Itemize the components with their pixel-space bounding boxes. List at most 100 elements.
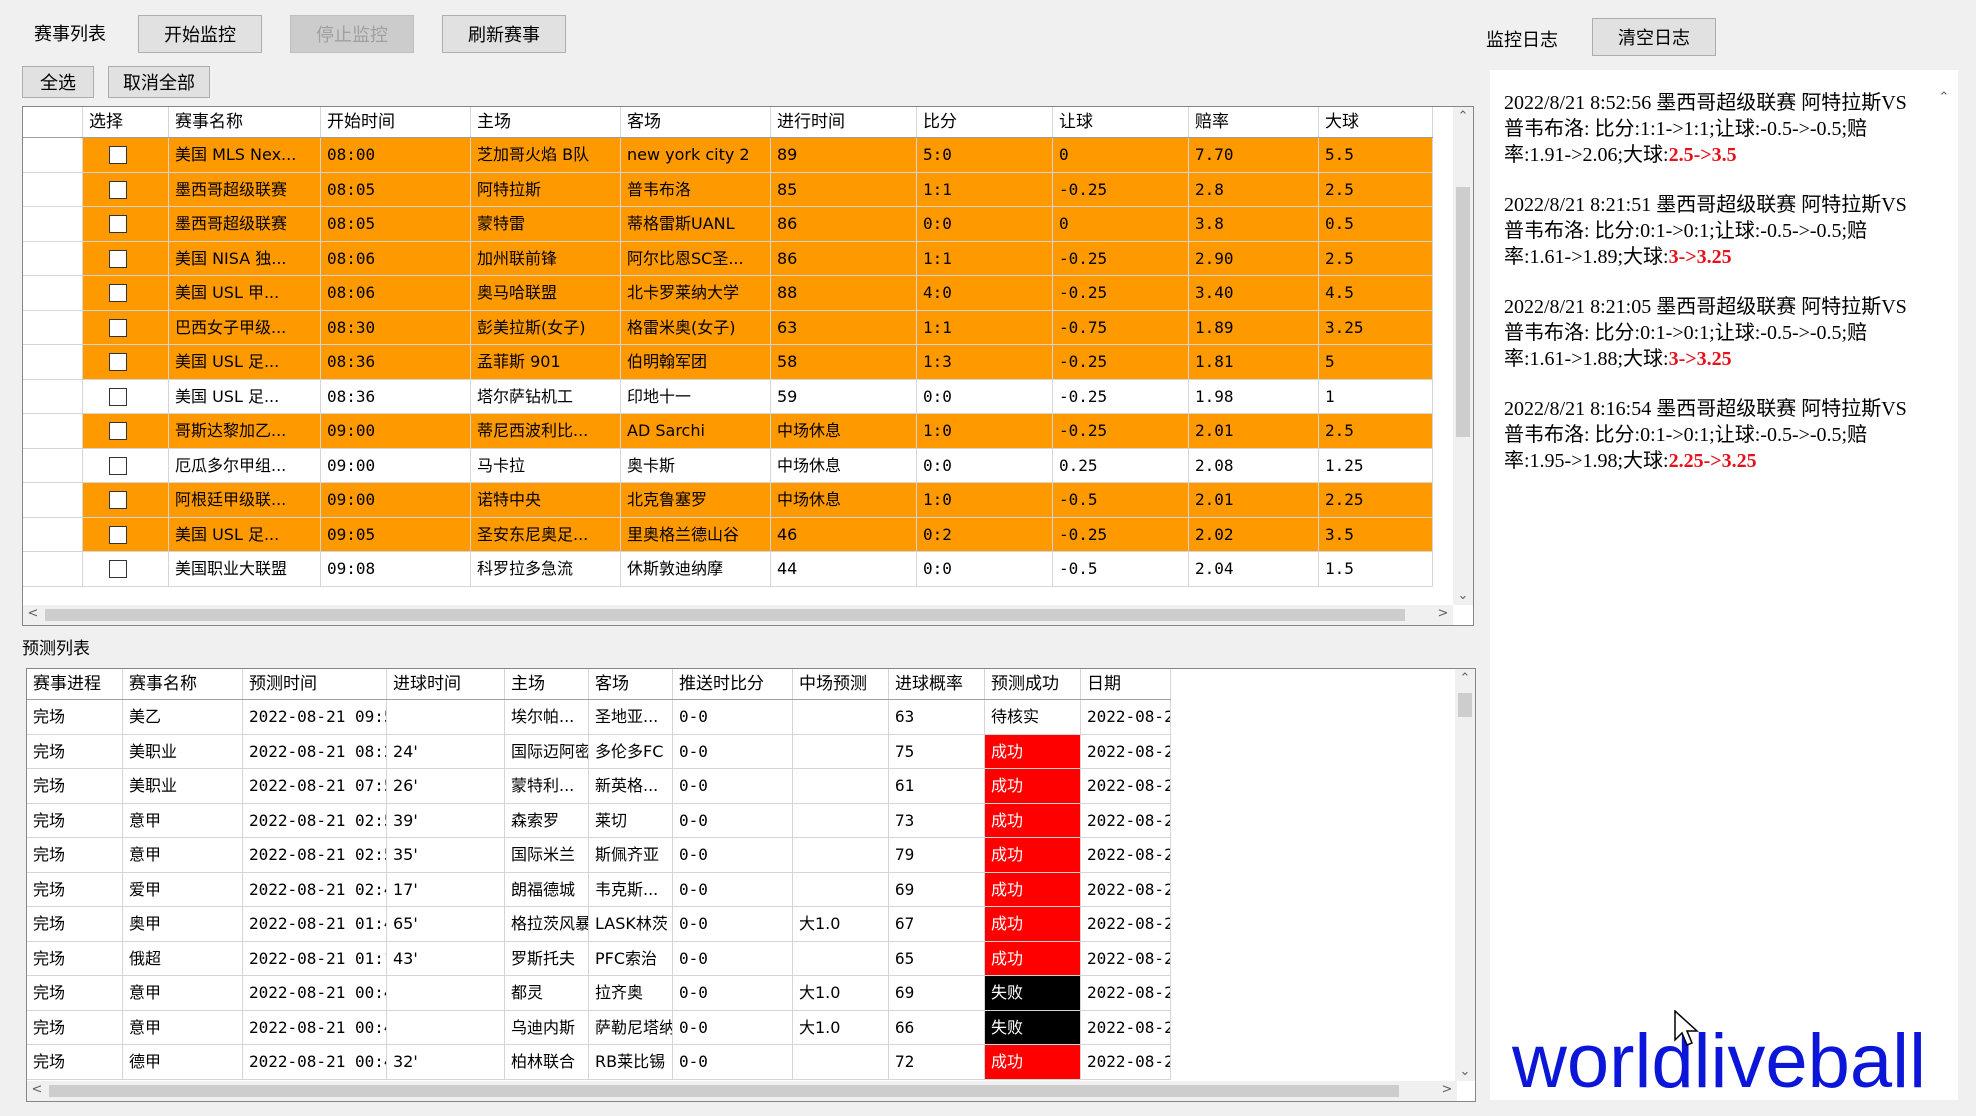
row-checkbox[interactable] bbox=[109, 180, 127, 199]
column-header[interactable]: 预测时间 bbox=[243, 669, 387, 699]
table-row[interactable]: 完场德甲2022-08-21 00:45:2932'柏林联合RB莱比锡0-0 72… bbox=[27, 1045, 1171, 1080]
row-checkbox[interactable] bbox=[109, 422, 127, 440]
row-header[interactable] bbox=[23, 414, 83, 448]
row-header[interactable] bbox=[23, 207, 83, 241]
table-row[interactable]: 完场美乙2022-08-21 09:51:53 埃尔帕...圣地亚...0-0 63… bbox=[27, 700, 1171, 735]
row-checkbox[interactable] bbox=[109, 525, 127, 544]
column-header[interactable]: 主场 bbox=[505, 669, 589, 699]
stop-monitor-button[interactable]: 停止监控 bbox=[290, 15, 414, 53]
column-header[interactable]: 选择 bbox=[83, 107, 169, 137]
table-row[interactable]: 完场爱甲2022-08-21 02:45:1317'朗福德城韦克斯...0-0 6… bbox=[27, 872, 1171, 907]
table-row[interactable]: 完场美职业2022-08-21 08:22:3324'国际迈阿密多伦多FC0-0… bbox=[27, 734, 1171, 769]
column-header[interactable]: 客场 bbox=[589, 669, 673, 699]
row-checkbox[interactable] bbox=[109, 146, 127, 164]
column-header[interactable]: 赛事名称 bbox=[123, 669, 243, 699]
table-row[interactable]: 完场意甲2022-08-21 00:46:12 乌迪内斯萨勒尼塔纳0-0大1.06… bbox=[27, 1010, 1171, 1045]
cell-score: 4:0 bbox=[917, 276, 1053, 310]
column-header[interactable]: 赛事名称 bbox=[169, 107, 321, 137]
clear-log-button[interactable]: 清空日志 bbox=[1592, 18, 1716, 56]
table-row[interactable]: 完场俄超2022-08-21 01:15:5843'罗斯托夫PFC索治0-0 65… bbox=[27, 941, 1171, 976]
row-header[interactable] bbox=[23, 172, 83, 206]
table-row[interactable]: 美国 USL 甲... 08:06 奥马哈联盟 北卡罗莱纳大学 88 4:0 -0.25 3.… bbox=[23, 276, 1433, 311]
row-checkbox[interactable] bbox=[109, 215, 127, 233]
row-checkbox[interactable] bbox=[109, 491, 127, 509]
scroll-thumb[interactable] bbox=[1458, 693, 1472, 717]
table-row[interactable]: 墨西哥超级联赛 08:05 阿特拉斯 普韦布洛 85 1:1 -0.25 2.8 2.5 bbox=[23, 172, 1433, 207]
scroll-down-icon[interactable]: ⌄ bbox=[1455, 1064, 1475, 1079]
table-row[interactable]: 厄瓜多尔甲组... 09:00 马卡拉 奥卡斯 中场休息 0:0 0.25 2.08 1.25 bbox=[23, 448, 1433, 483]
scroll-up-icon[interactable]: ⌃ bbox=[1455, 671, 1475, 686]
table-row[interactable]: 美国 USL 足... 09:05 圣安东尼奥足... 里奥格兰德山谷 46 0:2 -0.… bbox=[23, 517, 1433, 552]
deselect-all-button[interactable]: 取消全部 bbox=[108, 66, 210, 98]
column-header[interactable]: 推送时比分 bbox=[673, 669, 793, 699]
row-header[interactable] bbox=[23, 310, 83, 344]
table-row[interactable]: 完场美职业2022-08-21 07:52:2526'蒙特利...新英格...0… bbox=[27, 769, 1171, 804]
row-header[interactable] bbox=[23, 552, 83, 586]
column-header[interactable]: 进球概率 bbox=[889, 669, 985, 699]
row-header[interactable] bbox=[23, 379, 83, 413]
column-header[interactable]: 开始时间 bbox=[321, 107, 471, 137]
row-checkbox[interactable] bbox=[109, 560, 127, 578]
match-vertical-scrollbar[interactable]: ⌃ ⌄ bbox=[1453, 107, 1473, 605]
table-row[interactable]: 美国 USL 足... 08:36 孟菲斯 901 伯明翰军团 58 1:3 -0.25 1.… bbox=[23, 345, 1433, 380]
column-header[interactable]: 赔率 bbox=[1189, 107, 1319, 137]
row-header[interactable] bbox=[23, 138, 83, 172]
match-horizontal-scrollbar[interactable]: < > bbox=[23, 605, 1453, 625]
scroll-thumb[interactable] bbox=[45, 609, 1405, 621]
table-row[interactable]: 完场意甲2022-08-21 02:59:1935'国际米兰斯佩齐亚0-0 79成… bbox=[27, 838, 1171, 873]
table-row[interactable]: 美国 NISA 独... 08:06 加州联前锋 阿尔比恩SC圣... 86 1:1 -0.… bbox=[23, 241, 1433, 276]
log-scroll-up-icon[interactable]: ⌃ bbox=[1934, 90, 1954, 105]
refresh-matches-button[interactable]: 刷新赛事 bbox=[442, 15, 566, 53]
scroll-right-icon[interactable]: > bbox=[1437, 1082, 1457, 1097]
table-row[interactable]: 完场意甲2022-08-21 00:47:21 都灵拉齐奥0-0大1.069失败2… bbox=[27, 976, 1171, 1011]
column-header[interactable]: 进球时间 bbox=[387, 669, 505, 699]
column-header[interactable]: 比分 bbox=[917, 107, 1053, 137]
row-checkbox[interactable] bbox=[109, 456, 127, 475]
column-header[interactable]: 中场预测 bbox=[793, 669, 889, 699]
cell-away: 斯佩齐亚 bbox=[589, 838, 673, 872]
table-row[interactable]: 美国 USL 足... 08:36 塔尔萨钻机工 印地十一 59 0:0 -0.25 1.98… bbox=[23, 379, 1433, 414]
column-header[interactable]: 让球 bbox=[1053, 107, 1189, 137]
table-row[interactable]: 完场意甲2022-08-21 02:59:5939'森索罗莱切0-0 73成功20… bbox=[27, 803, 1171, 838]
row-header[interactable] bbox=[23, 241, 83, 275]
row-checkbox[interactable] bbox=[109, 353, 127, 371]
row-header[interactable] bbox=[23, 483, 83, 517]
scroll-down-icon[interactable]: ⌄ bbox=[1453, 588, 1473, 603]
row-checkbox[interactable] bbox=[109, 284, 127, 302]
scroll-thumb[interactable] bbox=[1456, 187, 1470, 437]
table-row[interactable]: 墨西哥超级联赛 08:05 蒙特雷 蒂格雷斯UANL 86 0:0 0 3.8 0.5 bbox=[23, 207, 1433, 242]
start-monitor-button[interactable]: 开始监控 bbox=[138, 15, 262, 53]
row-header[interactable] bbox=[23, 448, 83, 482]
prediction-vertical-scrollbar[interactable]: ⌃ ⌄ bbox=[1455, 669, 1475, 1081]
column-header[interactable]: 主场 bbox=[471, 107, 621, 137]
row-header[interactable] bbox=[23, 345, 83, 379]
row-checkbox[interactable] bbox=[109, 249, 127, 268]
row-checkbox[interactable] bbox=[109, 318, 127, 337]
cell-prob: 72 bbox=[889, 1045, 985, 1079]
row-header[interactable] bbox=[23, 517, 83, 551]
table-row[interactable]: 哥斯达黎加乙... 09:00 蒂尼西波利比... AD Sarchi 中场休息 1:0-… bbox=[23, 414, 1433, 449]
column-header[interactable]: 大球 bbox=[1319, 107, 1433, 137]
scroll-up-icon[interactable]: ⌃ bbox=[1453, 109, 1473, 124]
row-checkbox[interactable] bbox=[109, 387, 127, 406]
column-header[interactable]: 日期 bbox=[1081, 669, 1171, 699]
table-row[interactable]: 阿根廷甲级联... 09:00 诺特中央 北克鲁塞罗 中场休息 1:0 -0.5 2.01 2.… bbox=[23, 483, 1433, 518]
scroll-left-icon[interactable]: < bbox=[23, 606, 43, 621]
select-all-button[interactable]: 全选 bbox=[22, 66, 94, 98]
scroll-thumb[interactable] bbox=[49, 1085, 1399, 1097]
scroll-left-icon[interactable]: < bbox=[27, 1082, 47, 1097]
table-row[interactable]: 巴西女子甲级... 08:30 彭美拉斯(女子) 格雷米奥(女子) 63 1:1 -0.75… bbox=[23, 310, 1433, 345]
column-header[interactable]: 进行时间 bbox=[771, 107, 917, 137]
prediction-horizontal-scrollbar[interactable]: < > bbox=[27, 1081, 1457, 1101]
row-header[interactable] bbox=[23, 276, 83, 310]
table-row[interactable]: 美国职业大联盟 09:08 科罗拉多急流 休斯敦迪纳摩 44 0:0 -0.5 2.04 1.5 bbox=[23, 552, 1433, 587]
log-entry: 2022/8/21 8:21:51 墨西哥超级联赛 阿特拉斯VS普韦布洛: 比分… bbox=[1504, 194, 1907, 268]
column-header[interactable]: 赛事进程 bbox=[27, 669, 123, 699]
table-row[interactable]: 完场奥甲2022-08-21 01:44:5565'格拉茨风暴LASK林茨0-0… bbox=[27, 907, 1171, 942]
cell-goal-time: 26' bbox=[387, 769, 505, 803]
cell-league: 意甲 bbox=[123, 976, 243, 1010]
scroll-right-icon[interactable]: > bbox=[1433, 606, 1453, 621]
column-header[interactable]: 预测成功 bbox=[985, 669, 1081, 699]
column-header[interactable]: 客场 bbox=[621, 107, 771, 137]
table-row[interactable]: 美国 MLS Nex... 08:00 芝加哥火焰 B队 new york city … bbox=[23, 138, 1433, 173]
